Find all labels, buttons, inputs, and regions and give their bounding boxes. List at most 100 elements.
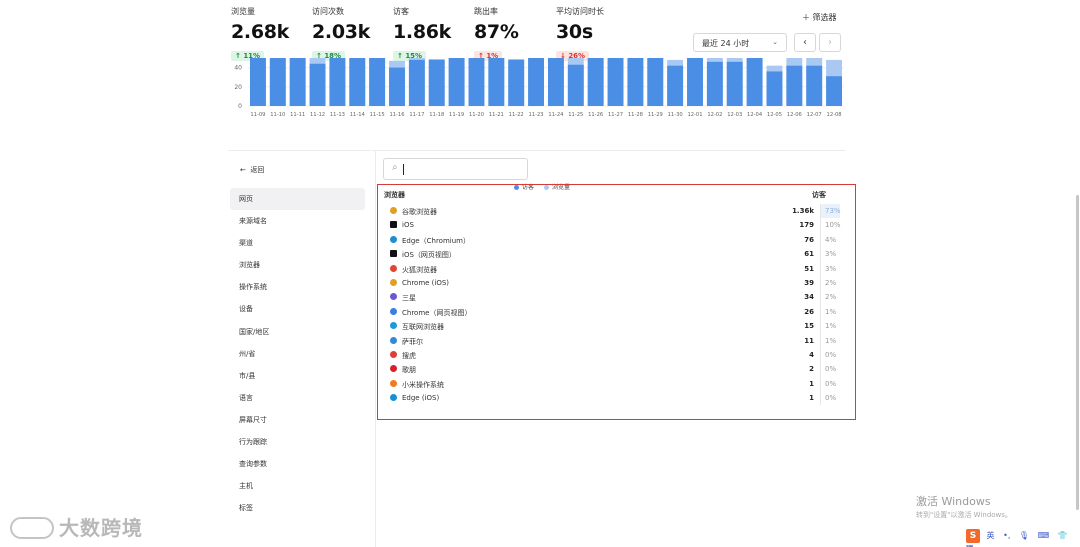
ime-toolbar[interactable]: S 英 •, 🎙 ⌨ 👕 ▦ [966,529,1080,547]
nav-item-browsers[interactable]: 浏览器 [230,254,365,276]
yandex-icon [390,350,397,358]
visitor-percent: 0% [820,347,840,363]
nav-item-languages[interactable]: 语言 [230,387,365,409]
page-scrollbar[interactable] [1076,195,1079,510]
bar-visitors[interactable] [289,58,306,106]
sogou-icon: S [966,529,980,543]
table-row[interactable]: 互联网浏览器 15 1% [388,319,840,334]
prev-period-button[interactable]: ‹ [794,33,816,52]
table-row[interactable]: 谷歌浏览器 1.36k 73% [388,204,841,219]
punctuation-icon[interactable]: •, [1003,531,1010,540]
bar-visitors[interactable] [667,65,684,106]
nav-item-devices[interactable]: 设备 [230,298,365,320]
nav-item-referrers[interactable]: 来源域名 [230,210,365,232]
bar-visitors[interactable] [448,58,465,106]
plus-icon: ＋ [802,13,810,22]
nav-item-channels[interactable]: 渠道 [230,232,365,254]
table-row[interactable]: Edge（Chromium） 76 4% [388,232,840,248]
visitor-count: 11 [804,336,814,345]
table-row[interactable]: Edge (iOS) 1 0% [388,391,840,406]
bar-visitors[interactable] [309,63,326,106]
browser-table: 浏览器 访客 谷歌浏览器 1.36k 73% iOS 179 10% Edge（Chromi… [377,184,856,420]
nav-item-events[interactable]: 行为跟踪 [230,431,365,453]
next-period-button[interactable]: › [819,33,841,52]
x-tick-label: 12-08 [827,112,842,118]
y-tick-label: 40 [234,65,242,72]
bar-visitors[interactable] [706,61,723,106]
column-header-browser: 浏览器 [384,191,405,199]
grid-menu-icon[interactable]: ▦ [966,543,974,547]
keyboard-icon[interactable]: ⌨ [1038,531,1050,540]
nav-item-tags[interactable]: 标签 [230,497,365,519]
bar-visitors[interactable] [826,76,843,106]
back-label: 返回 [250,166,265,174]
nav-item-hosts[interactable]: 主机 [230,475,365,497]
bar-visitors[interactable] [349,58,366,106]
visitor-count: 15 [804,322,814,331]
table-row[interactable]: 小米操作系统 1 0% [388,376,840,392]
bar-visitors[interactable] [567,64,584,106]
filter-button[interactable]: ＋ 筛选器 [802,12,837,23]
bar-visitors[interactable] [746,58,763,106]
bar-visitors[interactable] [607,58,624,106]
chrome-webview-icon [390,307,397,315]
y-tick-label: 0 [238,103,242,110]
table-row[interactable]: 萨菲尔 11 1% [388,333,840,348]
bar-visitors[interactable] [508,59,525,106]
brand-name: 大数跨境 [59,516,143,540]
x-tick-label: 12-04 [747,112,763,118]
bar-visitors[interactable] [528,58,545,106]
ime-lang-label[interactable]: 英 [987,531,995,540]
table-row[interactable]: 搜虎 4 0% [388,347,840,363]
x-tick-label: 11-11 [290,112,305,118]
bar-visitors[interactable] [647,58,664,106]
bar-visitors[interactable] [329,58,346,106]
bar-visitors[interactable] [369,58,386,106]
search-input[interactable]: ⌕ [383,158,528,180]
stat-label: 跳出率 [474,7,498,16]
nav-item-query-params[interactable]: 查询参数 [230,453,365,475]
section-divider [228,150,845,151]
nav-item-screens[interactable]: 屏幕尺寸 [230,409,365,431]
bar-visitors[interactable] [627,58,644,106]
table-row[interactable]: Chrome（网页视图） 26 1% [388,304,840,320]
bar-visitors[interactable] [389,67,405,106]
nav-item-os[interactable]: 操作系统 [230,276,365,298]
table-row[interactable]: 火狐浏览器 51 3% [388,261,840,276]
bar-visitors[interactable] [786,65,803,106]
bar-visitors[interactable] [806,65,823,106]
bar-visitors[interactable] [587,58,604,106]
bar-visitors[interactable] [488,58,505,106]
back-link[interactable]: ← 返回 [240,165,264,175]
nav-item-cities[interactable]: 市/县 [230,365,365,387]
x-tick-label: 11-17 [409,112,424,118]
x-tick-label: 12-07 [807,112,822,118]
skin-icon[interactable]: 👕 [1058,531,1068,540]
nav-item-regions[interactable]: 州/省 [230,343,365,365]
table-row[interactable]: 歌朋 2 0% [388,362,840,377]
bar-visitors[interactable] [766,71,783,106]
table-row[interactable]: 三星 34 2% [388,290,840,305]
visitor-count: 1.36k [792,207,814,215]
brand-watermark: 大数跨境 [10,512,143,541]
bar-visitors[interactable] [468,58,485,106]
bar-visitors[interactable] [408,59,425,106]
bar-visitors[interactable] [726,61,743,106]
browser-name: Chrome（网页视图） [402,308,472,317]
table-row[interactable]: iOS（网页视图） 61 3% [388,247,840,262]
table-row[interactable]: iOS 179 10% [388,218,841,233]
nav-item-countries[interactable]: 国家/地区 [230,321,365,343]
bar-visitors[interactable] [249,58,266,106]
nav-item-pages[interactable]: 网页 [230,188,365,211]
browser-name: 谷歌浏览器 [402,208,437,216]
table-row[interactable]: Chrome (iOS) 39 2% [388,275,840,291]
browser-name: 三星 [402,294,416,303]
bar-visitors[interactable] [687,58,703,106]
date-range-select[interactable]: 最近 24 小时 ⌄ [693,33,787,52]
chrome-ios-icon [390,278,397,286]
bar-visitors[interactable] [428,59,445,106]
bar-visitors[interactable] [269,58,286,106]
microphone-icon[interactable]: 🎙 [1019,531,1029,540]
bar-visitors[interactable] [547,58,564,106]
firefox-icon [390,264,397,272]
